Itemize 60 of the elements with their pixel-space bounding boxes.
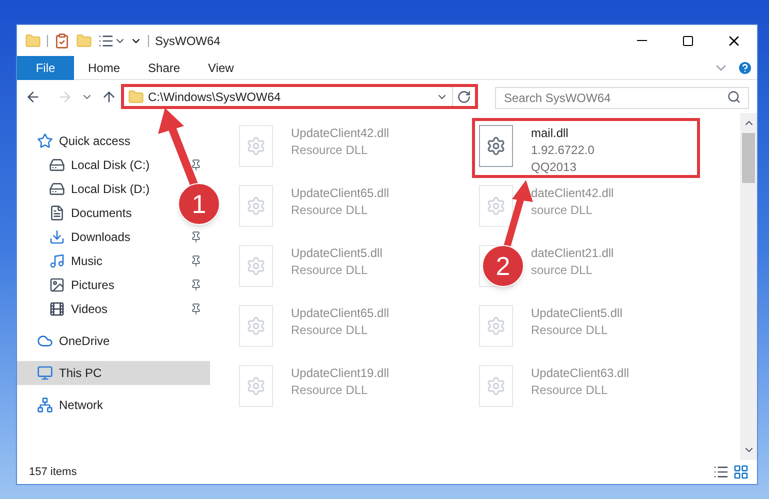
- refresh-icon[interactable]: [457, 90, 471, 104]
- up-icon[interactable]: [101, 88, 117, 104]
- file-detail: source DLL: [531, 202, 594, 219]
- back-icon[interactable]: [25, 88, 41, 104]
- scrollbar[interactable]: [740, 113, 757, 460]
- music-icon: [49, 253, 65, 269]
- file-detail: 1.92.6722.0: [531, 142, 594, 159]
- file-detail: source DLL: [531, 262, 594, 279]
- sidebar-item[interactable]: This PC: [59, 364, 102, 382]
- ribbon-tab[interactable]: View: [194, 56, 248, 80]
- search-field[interactable]: Search SysWOW64: [495, 86, 749, 108]
- network-icon: [37, 397, 53, 413]
- minimize-icon: [637, 40, 647, 41]
- pin-icon[interactable]: [190, 159, 202, 171]
- file-detail: Resource DLL: [291, 142, 369, 159]
- pin-icon[interactable]: [190, 255, 202, 267]
- film-icon: [49, 301, 65, 317]
- file-detail: Resource DLL: [531, 322, 609, 339]
- sidebar-item[interactable]: Downloads: [71, 228, 130, 246]
- monitor-icon: [37, 365, 53, 381]
- sidebar-item[interactable]: Network: [59, 396, 104, 414]
- file-detail: QQ2013: [531, 159, 578, 176]
- pin-icon[interactable]: [190, 279, 202, 291]
- tiles-view-icon[interactable]: [733, 464, 749, 480]
- cloud-icon: [37, 333, 53, 349]
- status-text: 157 items: [29, 464, 78, 480]
- file-detail: Resource DLL: [531, 382, 609, 399]
- list-icon[interactable]: [98, 32, 114, 48]
- sidebar-item[interactable]: Quick access: [59, 132, 130, 150]
- file-name[interactable]: mail.dll: [531, 125, 594, 142]
- sidebar-item[interactable]: Local Disk (D:): [71, 180, 150, 198]
- sidebar-item[interactable]: Pictures: [71, 276, 114, 294]
- file-detail: Resource DLL: [291, 382, 369, 399]
- file-detail: Resource DLL: [291, 202, 369, 219]
- ribbon-tab[interactable]: Share: [134, 56, 194, 80]
- sidebar-item[interactable]: Videos: [71, 300, 108, 318]
- pin-icon[interactable]: [190, 231, 202, 243]
- window-title: SysWOW64: [155, 32, 220, 50]
- file-detail: Resource DLL: [291, 262, 369, 279]
- drive-icon: [49, 157, 65, 173]
- details-view-icon[interactable]: [713, 464, 729, 480]
- maximize-icon: [682, 34, 694, 46]
- file-tab[interactable]: File: [17, 56, 74, 80]
- pin-icon[interactable]: [190, 303, 202, 315]
- document-icon: [49, 205, 65, 221]
- help-icon[interactable]: [737, 60, 753, 76]
- sidebar-item[interactable]: Documents: [71, 204, 132, 222]
- sidebar-item[interactable]: Music: [71, 252, 102, 270]
- sidebar-item[interactable]: OneDrive: [59, 332, 110, 350]
- ribbon-tab[interactable]: Home: [74, 56, 134, 80]
- address-bar[interactable]: C:\Windows\SysWOW64: [124, 87, 453, 106]
- file-detail: Resource DLL: [291, 322, 369, 339]
- picture-icon: [49, 277, 65, 293]
- star-icon: [37, 133, 53, 149]
- search-icon[interactable]: [727, 90, 741, 104]
- sidebar-item[interactable]: Local Disk (C:): [71, 156, 150, 174]
- properties-icon[interactable]: [54, 32, 70, 48]
- drive-icon: [49, 181, 65, 197]
- download-icon: [49, 229, 65, 245]
- scrollbar-thumb[interactable]: [742, 133, 755, 183]
